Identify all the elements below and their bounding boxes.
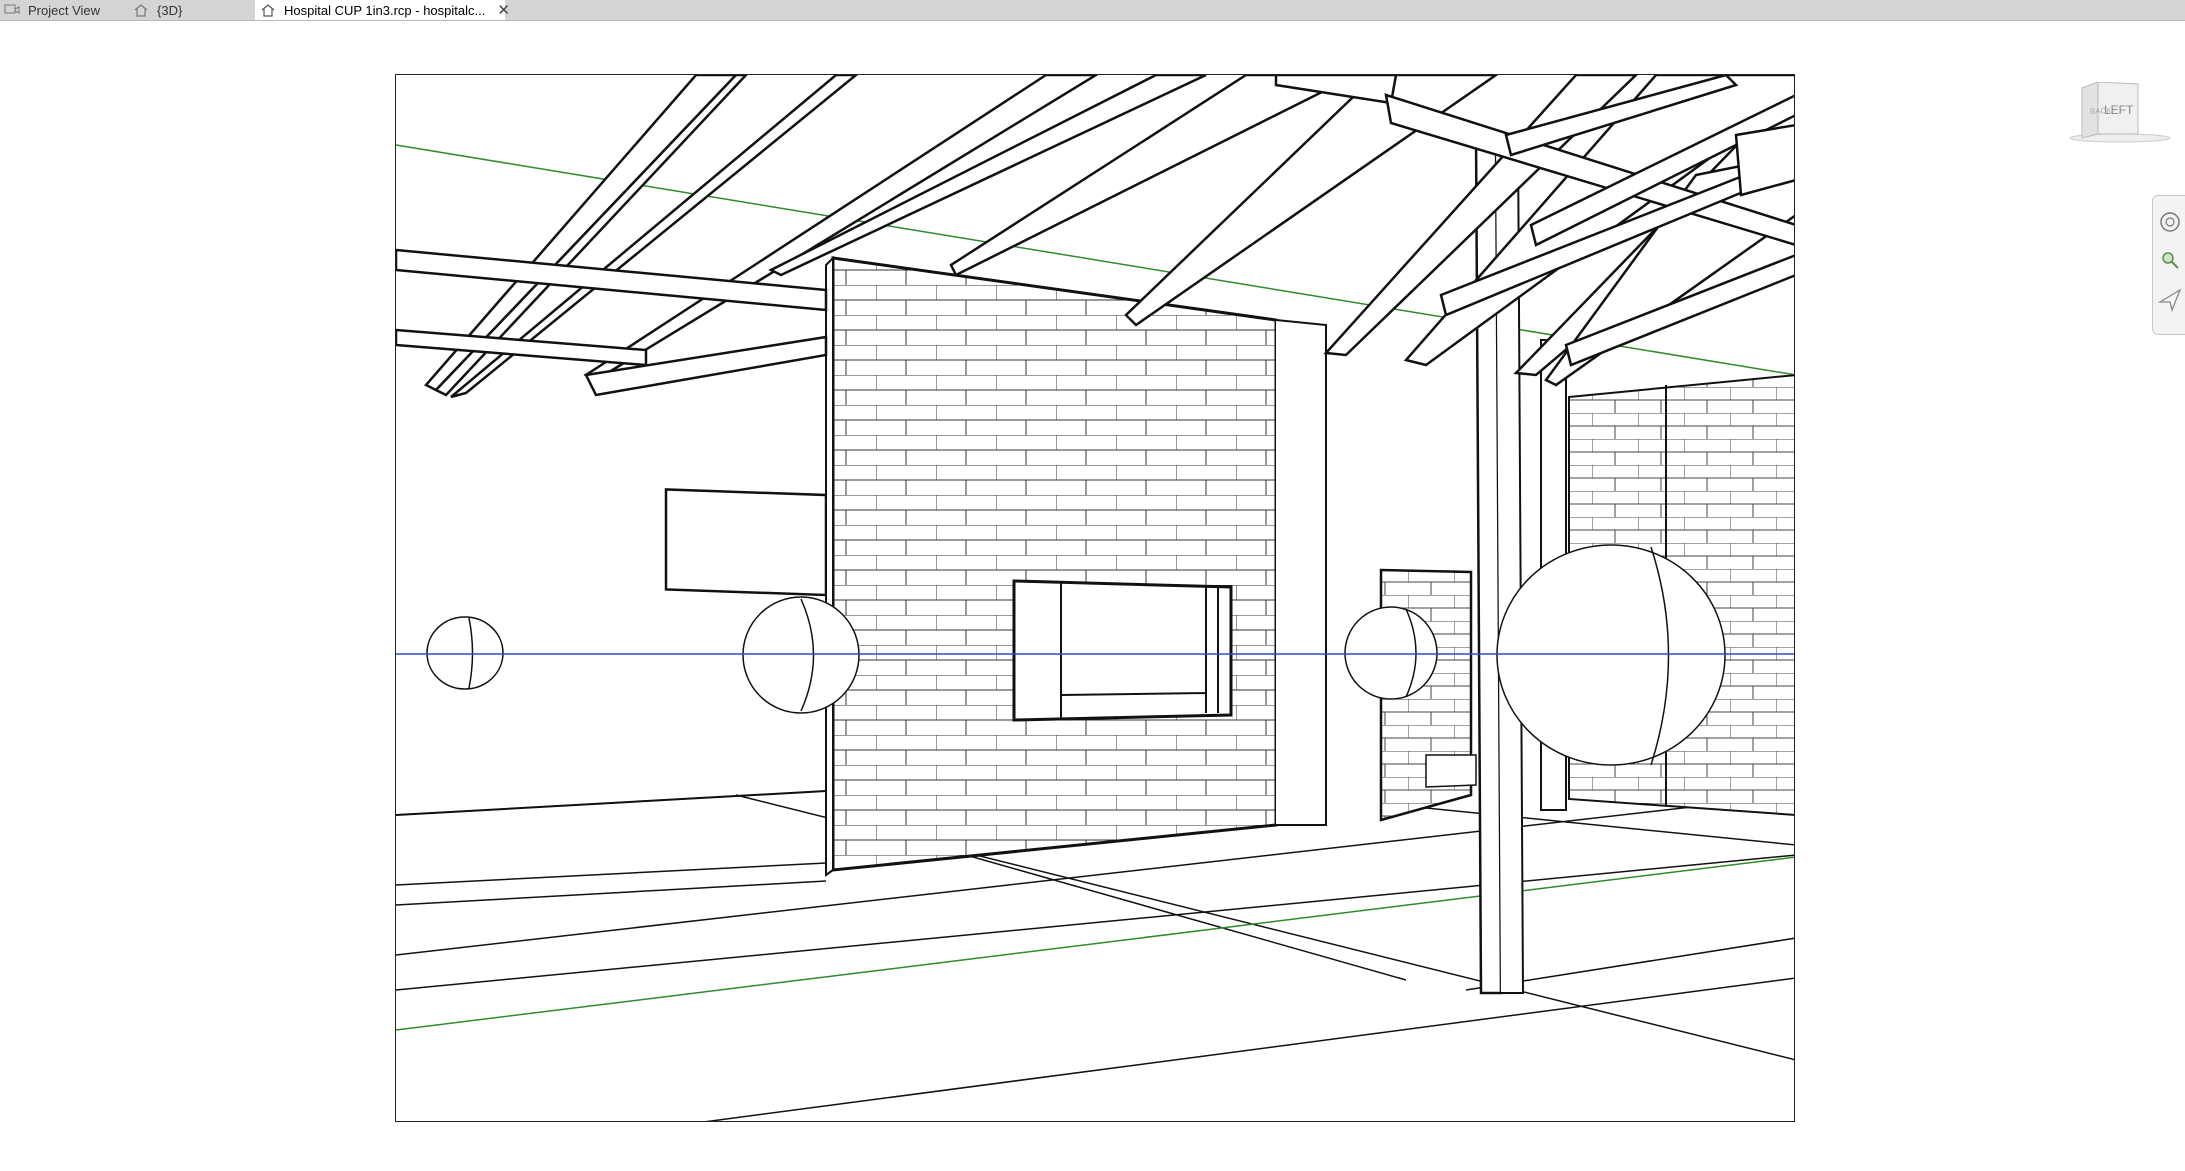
viewcube[interactable]: BACK LEFT	[2068, 81, 2172, 146]
tab-label: Project View	[28, 2, 101, 18]
project-view-icon	[4, 3, 20, 17]
model-line-drawing	[396, 75, 1794, 1121]
steering-wheel-icon[interactable]	[2158, 210, 2182, 234]
3d-viewport[interactable]	[395, 74, 1795, 1122]
home-icon	[133, 3, 149, 17]
navigation-bar	[2152, 195, 2185, 335]
close-tab-icon[interactable]: ✕	[497, 1, 510, 19]
zoom-icon[interactable]	[2158, 248, 2182, 272]
viewcube-left-label[interactable]: LEFT	[2104, 103, 2134, 117]
tab-project-view[interactable]: Project View	[0, 0, 130, 20]
masonry-wall-center	[825, 255, 1327, 877]
home-icon	[260, 3, 276, 17]
view-tab-bar: Project View {3D} Hospital CUP 1in3.rcp …	[0, 0, 2185, 21]
fly-icon[interactable]	[2158, 288, 2182, 312]
tab-label: {3D}	[157, 2, 183, 18]
tab-hospital-cup-rcp[interactable]: Hospital CUP 1in3.rcp - hospitalc... ✕	[255, 0, 510, 20]
tab-label: Hospital CUP 1in3.rcp - hospitalc...	[284, 2, 486, 18]
tab-3d[interactable]: {3D}	[130, 0, 255, 20]
